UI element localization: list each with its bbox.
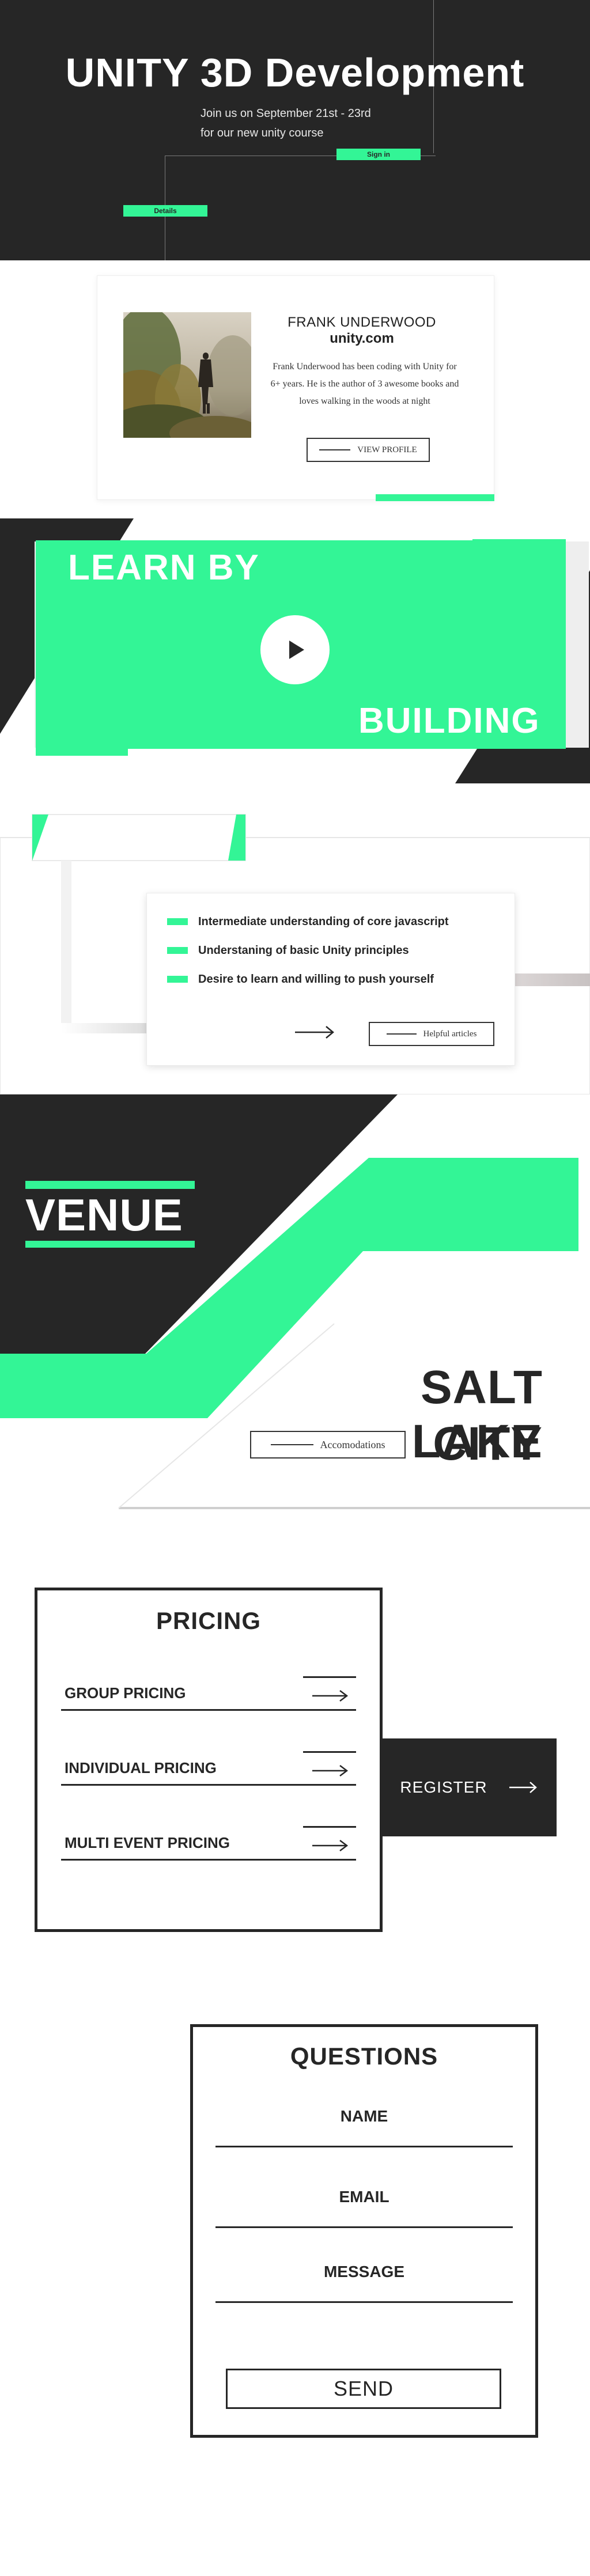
arrow-right-icon xyxy=(295,1026,334,1039)
requirement-item: Desire to learn and willing to push your… xyxy=(167,971,434,987)
questions-title: QUESTIONS xyxy=(290,2043,438,2070)
email-field[interactable]: EMAIL xyxy=(215,2188,513,2228)
pricing-row-label: GROUP PRICING xyxy=(65,1684,186,1702)
hero-subtitle-line: Join us on September 21st - 23rd xyxy=(201,107,371,120)
arrow-right-icon xyxy=(312,1840,349,1851)
profile-bio: Frank Underwood has been coding with Uni… xyxy=(270,362,459,406)
requirement-item: Intermediate understanding of core javas… xyxy=(167,914,449,930)
hero-subtitle: Join us on September 21st - 23rd for our… xyxy=(201,104,419,143)
view-profile-label: VIEW PROFILE xyxy=(357,445,417,454)
pricing-row-label: MULTI EVENT PRICING xyxy=(65,1834,230,1851)
venue-accent-bar xyxy=(25,1181,195,1189)
profile-photo xyxy=(123,312,251,438)
requirement-item: Understaning of basic Unity principles xyxy=(167,942,409,959)
register-label: REGISTER xyxy=(400,1778,487,1796)
page-title: UNITY 3D Development xyxy=(65,50,525,95)
venue-accent-bar xyxy=(25,1241,195,1248)
arrow-right-icon xyxy=(312,1765,349,1776)
play-video-button[interactable] xyxy=(260,615,330,684)
person-in-forest-photo xyxy=(123,312,251,438)
pricing-title: PRICING xyxy=(156,1607,261,1634)
accommodations-label: Accomodations xyxy=(320,1438,385,1450)
learn-title-bottom: BUILDING xyxy=(358,701,540,741)
pricing-row-multi-event[interactable]: MULTI EVENT PRICING xyxy=(61,1826,356,1861)
pricing-row-group[interactable]: GROUP PRICING xyxy=(61,1676,356,1711)
play-icon xyxy=(289,641,304,659)
send-button[interactable]: SEND xyxy=(226,2369,501,2409)
arrow-right-icon xyxy=(509,1782,537,1793)
details-button[interactable]: Details xyxy=(123,205,207,217)
dash-icon xyxy=(319,449,351,450)
pricing-row-individual[interactable]: INDIVIDUAL PRICING xyxy=(61,1751,356,1786)
arrow-right-icon xyxy=(312,1690,349,1702)
profile-name: FRANK UNDERWOOD xyxy=(288,315,436,330)
tick-line xyxy=(303,1676,356,1678)
dash-icon xyxy=(386,1033,417,1035)
hero-subtitle-line: for our new unity course xyxy=(201,127,324,139)
message-field[interactable]: MESSAGE xyxy=(215,2263,513,2303)
helpful-articles-button[interactable]: Helpful articles xyxy=(369,1022,494,1046)
requirement-text: Understaning of basic Unity principles xyxy=(198,944,409,957)
helpful-articles-label: Helpful articles xyxy=(423,1029,477,1039)
requirement-text: Desire to learn and willing to push your… xyxy=(198,972,434,986)
field-label: NAME xyxy=(340,2107,388,2125)
bullet-icon xyxy=(167,918,188,925)
name-field[interactable]: NAME xyxy=(215,2107,513,2147)
venue-title: VENUE xyxy=(25,1189,183,1240)
tick-line xyxy=(303,1751,356,1753)
dash-icon xyxy=(270,1444,313,1445)
field-label: EMAIL xyxy=(339,2188,389,2206)
field-label: MESSAGE xyxy=(323,2263,405,2280)
view-profile-button[interactable]: VIEW PROFILE xyxy=(307,438,430,462)
accent-bar xyxy=(376,494,494,501)
profile-site: unity.com xyxy=(330,331,394,346)
next-arrow-button[interactable] xyxy=(294,1025,335,1039)
bullet-icon xyxy=(167,947,188,954)
sign-in-button[interactable]: Sign in xyxy=(336,149,421,160)
accommodations-button[interactable]: Accomodations xyxy=(250,1431,406,1459)
pricing-row-label: INDIVIDUAL PRICING xyxy=(65,1759,217,1776)
register-button[interactable]: REGISTER xyxy=(381,1738,557,1836)
city-name-line: CITY xyxy=(433,1418,543,1470)
tick-line xyxy=(303,1826,356,1828)
bullet-icon xyxy=(167,976,188,983)
learn-title-top: LEARN BY xyxy=(68,548,260,588)
requirement-text: Intermediate understanding of core javas… xyxy=(198,915,449,928)
